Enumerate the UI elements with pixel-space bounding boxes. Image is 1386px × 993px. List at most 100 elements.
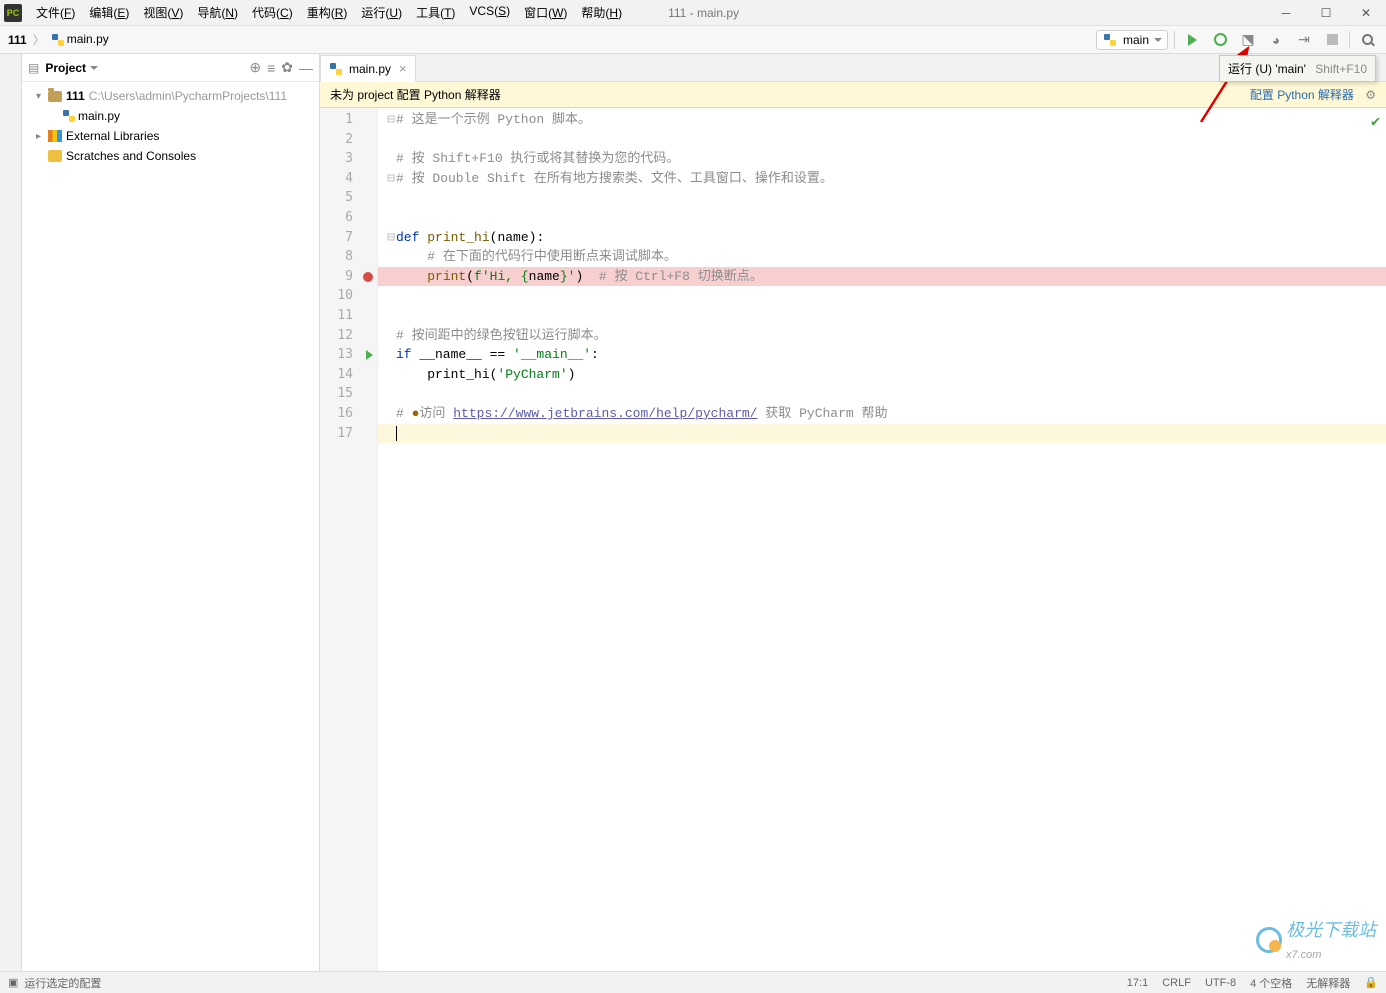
- code-line[interactable]: # 按 Shift+F10 执行或将其替换为您的代码。: [378, 149, 1386, 169]
- code-line[interactable]: [378, 130, 1386, 150]
- menu-item[interactable]: 窗口(W): [518, 2, 573, 23]
- profile-icon: ◕: [1272, 32, 1280, 48]
- code-line[interactable]: if __name__ == '__main__':: [378, 345, 1386, 365]
- close-button[interactable]: ✕: [1350, 3, 1382, 23]
- code-line[interactable]: ⊟# 按 Double Shift 在所有地方搜索类、文件、工具窗口、操作和设置…: [378, 169, 1386, 189]
- indent-info[interactable]: 4 个空格: [1250, 975, 1292, 991]
- code-line[interactable]: print(f'Hi, {name}') # 按 Ctrl+F8 切换断点。: [378, 267, 1386, 287]
- breadcrumb-project[interactable]: 111: [8, 33, 27, 47]
- hide-icon[interactable]: —: [299, 60, 313, 76]
- locate-icon[interactable]: ⊕: [249, 59, 261, 76]
- project-tree: ▾ 111 C:\Users\admin\PycharmProjects\111…: [22, 82, 319, 170]
- menu-item[interactable]: 帮助(H): [575, 2, 628, 23]
- search-everywhere-button[interactable]: [1356, 29, 1378, 51]
- menu-item[interactable]: 导航(N): [191, 2, 244, 23]
- tree-external-libs[interactable]: ▸ External Libraries: [22, 126, 319, 146]
- settings-icon[interactable]: ✿: [281, 59, 293, 76]
- tree-root-name: 111: [66, 89, 85, 103]
- attach-button[interactable]: ⇥: [1293, 29, 1315, 51]
- python-icon: [1103, 33, 1117, 47]
- menu-item[interactable]: 运行(U): [355, 2, 408, 23]
- titlebar: PC 文件(F)编辑(E)视图(V)导航(N)代码(C)重构(R)运行(U)工具…: [0, 0, 1386, 26]
- python-file-icon: [62, 109, 76, 123]
- code-area[interactable]: ✔ ⊟# 这是一个示例 Python 脚本。 # 按 Shift+F10 执行或…: [378, 108, 1386, 971]
- profile-button[interactable]: ◕: [1265, 29, 1287, 51]
- expand-icon[interactable]: ▸: [36, 131, 48, 142]
- menu-item[interactable]: 重构(R): [301, 2, 354, 23]
- tooltip-shortcut: Shift+F10: [1315, 62, 1367, 76]
- chevron-down-icon[interactable]: [90, 66, 98, 74]
- watermark-logo-icon: [1256, 927, 1282, 953]
- caret-position[interactable]: 17:1: [1127, 977, 1148, 989]
- navbar: 111 〉 main.py main ⬔ ◕ ⇥: [0, 26, 1386, 54]
- tree-root-path: C:\Users\admin\PycharmProjects\111: [89, 89, 287, 103]
- code-line[interactable]: [378, 188, 1386, 208]
- editor-tab[interactable]: main.py ×: [320, 55, 416, 82]
- expand-icon[interactable]: ≡: [267, 60, 275, 76]
- code-line[interactable]: [378, 286, 1386, 306]
- run-config-selector[interactable]: main: [1096, 30, 1168, 50]
- tool-window-toggle[interactable]: ▣: [8, 976, 18, 989]
- python-file-icon: [329, 62, 343, 76]
- sidebar-title: Project: [45, 61, 86, 75]
- tree-ext-lib-label: External Libraries: [66, 129, 159, 143]
- statusbar: ▣ 运行选定的配置 17:1 CRLF UTF-8 4 个空格 无解释器 🔒: [0, 971, 1386, 993]
- toolbar-separator: [1349, 31, 1350, 49]
- app-icon: PC: [4, 4, 22, 22]
- breadcrumb-sep: 〉: [33, 31, 45, 48]
- tree-scratch-label: Scratches and Consoles: [66, 149, 196, 163]
- tree-scratches[interactable]: Scratches and Consoles: [22, 146, 319, 166]
- code-line[interactable]: print_hi('PyCharm'): [378, 365, 1386, 385]
- breadcrumb-file[interactable]: main.py: [51, 32, 109, 47]
- search-icon: [1362, 34, 1373, 45]
- run-config-label: main: [1123, 33, 1149, 47]
- library-icon: [48, 130, 62, 142]
- stop-button[interactable]: [1321, 29, 1343, 51]
- warning-text: 未为 project 配置 Python 解释器: [330, 86, 501, 103]
- configure-interpreter-link[interactable]: 配置 Python 解释器: [1250, 88, 1354, 102]
- folder-icon: [48, 91, 62, 102]
- menu-item[interactable]: 视图(V): [137, 2, 189, 23]
- code-line[interactable]: [378, 208, 1386, 228]
- inspection-ok-icon[interactable]: ✔: [1371, 112, 1380, 131]
- code-line[interactable]: [378, 384, 1386, 404]
- python-file-icon: [51, 33, 65, 47]
- menu-item[interactable]: 工具(T): [410, 2, 461, 23]
- gear-icon[interactable]: ⚙: [1365, 88, 1376, 102]
- code-line[interactable]: ⊟def print_hi(name):: [378, 228, 1386, 248]
- menu-item[interactable]: 代码(C): [246, 2, 299, 23]
- menu-item[interactable]: VCS(S): [463, 2, 516, 23]
- sidebar-header: ▤ Project ⊕ ≡ ✿ —: [22, 54, 319, 82]
- code-line[interactable]: # ●访问 https://www.jetbrains.com/help/pyc…: [378, 404, 1386, 424]
- maximize-button[interactable]: ☐: [1310, 3, 1342, 23]
- code-line[interactable]: # 在下面的代码行中使用断点来调试脚本。: [378, 247, 1386, 267]
- breakpoint-icon[interactable]: [363, 272, 373, 282]
- interpreter-status[interactable]: 无解释器: [1306, 975, 1350, 991]
- watermark: 极光下载站x7.com: [1256, 916, 1376, 963]
- line-separator[interactable]: CRLF: [1162, 977, 1191, 989]
- window-title: 111 - main.py: [668, 6, 739, 20]
- tree-file[interactable]: main.py: [22, 106, 319, 126]
- lock-icon[interactable]: 🔒: [1364, 976, 1378, 989]
- stop-icon: [1327, 34, 1338, 45]
- editor-area: main.py × 未为 project 配置 Python 解释器 配置 Py…: [320, 54, 1386, 971]
- tab-close-button[interactable]: ×: [399, 61, 407, 76]
- tab-label: main.py: [349, 62, 391, 76]
- left-tool-strip[interactable]: [0, 54, 22, 971]
- collapse-icon[interactable]: ▾: [36, 91, 48, 102]
- run-gutter-icon[interactable]: [366, 350, 373, 360]
- menu-item[interactable]: 文件(F): [30, 2, 81, 23]
- status-run-config[interactable]: 运行选定的配置: [24, 975, 101, 991]
- code-line[interactable]: [378, 424, 1386, 444]
- menu-item[interactable]: 编辑(E): [83, 2, 135, 23]
- minimize-button[interactable]: ─: [1270, 3, 1302, 23]
- gutter[interactable]: 1234567891011121314151617: [320, 108, 378, 971]
- file-encoding[interactable]: UTF-8: [1205, 977, 1236, 989]
- project-sidebar: ▤ Project ⊕ ≡ ✿ — ▾ 111 C:\Users\admin\P…: [22, 54, 320, 971]
- editor-body[interactable]: 1234567891011121314151617 ✔ ⊟# 这是一个示例 Py…: [320, 108, 1386, 971]
- tree-root[interactable]: ▾ 111 C:\Users\admin\PycharmProjects\111: [22, 86, 319, 106]
- code-line[interactable]: # 按间距中的绿色按钮以运行脚本。: [378, 326, 1386, 346]
- menubar: 文件(F)编辑(E)视图(V)导航(N)代码(C)重构(R)运行(U)工具(T)…: [30, 2, 628, 23]
- code-line[interactable]: [378, 306, 1386, 326]
- scratch-icon: [48, 150, 62, 162]
